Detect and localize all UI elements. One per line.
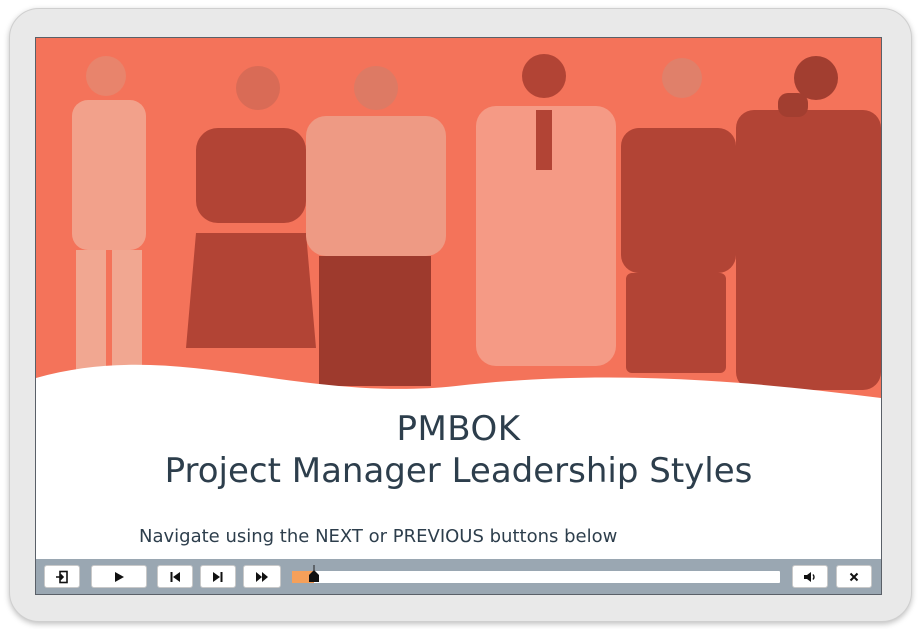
close-button[interactable] xyxy=(836,565,872,588)
fast-forward-icon xyxy=(256,571,268,582)
fast-forward-button[interactable] xyxy=(243,565,281,588)
navigation-hint: Navigate using the NEXT or PREVIOUS butt… xyxy=(139,526,618,547)
slide: PMBOK Project Manager Leadership Styles … xyxy=(35,37,882,595)
rewind-button[interactable] xyxy=(157,565,193,588)
playback-controlbar xyxy=(36,559,881,594)
title-line-1: PMBOK xyxy=(396,409,521,449)
close-icon xyxy=(849,572,859,581)
volume-button[interactable] xyxy=(792,565,828,588)
volume-icon xyxy=(804,571,815,582)
exit-icon xyxy=(56,570,68,583)
exit-button[interactable] xyxy=(44,565,80,588)
hero-image xyxy=(36,38,881,398)
next-button[interactable] xyxy=(200,565,236,588)
skip-to-start-icon xyxy=(170,571,180,582)
slide-title: PMBOK Project Manager Leadership Styles xyxy=(36,408,881,492)
play-icon xyxy=(115,571,124,582)
next-slide-icon xyxy=(213,571,223,582)
progress-slider[interactable] xyxy=(292,571,780,583)
title-line-2: Project Manager Leadership Styles xyxy=(164,451,753,491)
play-button[interactable] xyxy=(91,565,147,588)
progress-thumb[interactable] xyxy=(308,565,320,583)
